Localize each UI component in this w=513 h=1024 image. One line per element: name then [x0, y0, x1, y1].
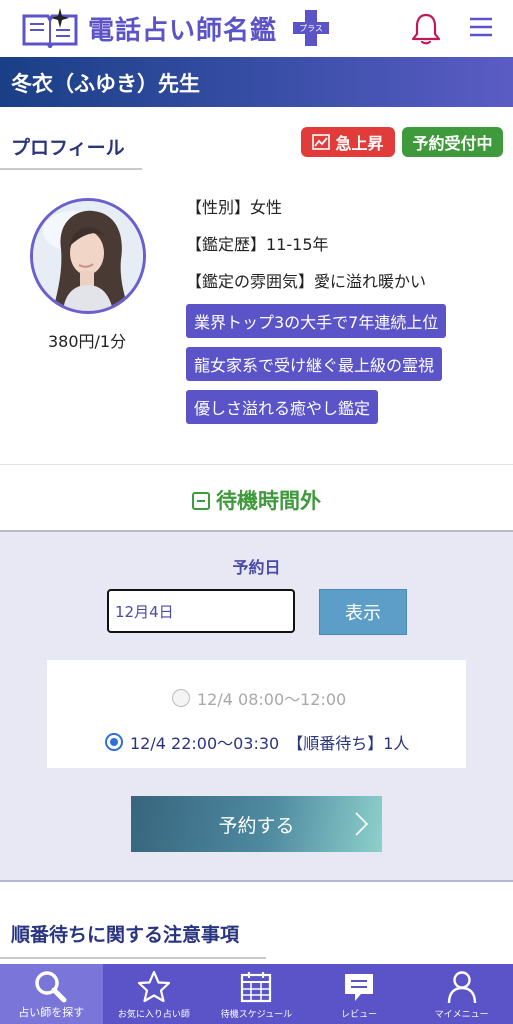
trend-chart-icon — [312, 134, 331, 150]
logo-text[interactable]: 電話占い師名鑑 — [88, 10, 277, 47]
star-icon — [137, 970, 170, 1003]
info-experience: 【鑑定歴】11-15年 — [186, 231, 329, 255]
info-atmosphere-key: 【鑑定の雰囲気】 — [186, 272, 315, 291]
search-icon — [35, 971, 67, 1003]
trending-badge: 急上昇 — [301, 127, 395, 157]
nav-label: 待機スケジュール — [220, 1010, 293, 1020]
time-slot-label: 12/4 22:00〜03:30 — [130, 734, 280, 753]
radio-button-selected[interactable] — [105, 733, 123, 751]
time-slot-option[interactable]: 12/4 22:00〜03:30 【順番待ち】1人 — [47, 730, 466, 754]
bottom-navigation: 占い師を探す お気に入り占い師 待機スケジュール レビュー マイメニュー — [0, 964, 513, 1024]
hamburger-menu-icon[interactable] — [467, 13, 495, 41]
nav-review[interactable]: レビュー — [308, 964, 411, 1024]
price-per-minute: 380円/1分 — [48, 332, 127, 351]
reserve-button-label: 予約する — [218, 814, 295, 837]
calendar-icon — [241, 972, 272, 1003]
nav-label: レビュー — [341, 1010, 378, 1020]
fortune-teller-title-bar: 冬衣（ふゆき）先生 — [0, 57, 513, 107]
radio-button[interactable] — [172, 689, 190, 707]
show-button[interactable]: 表示 — [319, 589, 407, 635]
profile-heading: プロフィール — [11, 137, 125, 159]
avatar-portrait — [33, 201, 143, 311]
reservation-panel: 予約日 表示 12/4 08:00〜12:00 12/4 22:00〜03:30… — [0, 530, 513, 882]
queue-notice-underline — [0, 957, 266, 959]
queue-count: 【順番待ち】1人 — [287, 734, 410, 753]
reserve-button[interactable]: 予約する — [131, 796, 382, 852]
time-slot-label: 12/4 08:00〜12:00 — [197, 690, 347, 709]
info-experience-value: 11-15年 — [266, 235, 329, 254]
logo-plus-text: プラス — [299, 24, 323, 33]
logo-plus-icon: プラス — [293, 10, 329, 46]
info-gender: 【性別】女性 — [186, 194, 282, 218]
booking-open-badge-label: 予約受付中 — [412, 134, 493, 153]
queue-notice-heading: 順番待ちに関する注意事項 — [11, 924, 240, 946]
nav-label: お気に入り占い師 — [117, 1010, 190, 1020]
fortune-teller-name: 冬衣（ふゆき）先生 — [11, 72, 200, 96]
info-gender-value: 女性 — [250, 198, 283, 217]
reservation-date-input[interactable] — [107, 589, 295, 633]
standby-status[interactable]: 待機時間外 — [0, 485, 513, 515]
profile-heading-underline — [0, 168, 142, 170]
time-slot-option[interactable]: 12/4 08:00〜12:00 — [47, 686, 466, 710]
chevron-right-icon — [355, 812, 369, 836]
info-experience-key: 【鑑定歴】 — [186, 235, 267, 254]
avatar — [30, 198, 146, 314]
feature-tag: 優しさ溢れる癒やし鑑定 — [186, 390, 379, 424]
trending-badge-label: 急上昇 — [335, 134, 384, 153]
booking-open-badge: 予約受付中 — [402, 127, 503, 157]
bell-icon[interactable] — [410, 12, 442, 46]
nav-search-teller[interactable]: 占い師を探す — [0, 964, 103, 1024]
feature-tag: 業界トップ3の大手で7年連続上位 — [186, 304, 447, 338]
reservation-date-label: 予約日 — [232, 558, 281, 577]
info-atmosphere-value: 愛に溢れ暖かい — [314, 272, 427, 291]
section-divider — [0, 464, 513, 465]
chat-icon — [345, 974, 374, 1001]
time-slot-list: 12/4 08:00〜12:00 12/4 22:00〜03:30 【順番待ち】… — [47, 660, 466, 768]
nav-schedule[interactable]: 待機スケジュール — [205, 964, 308, 1024]
info-gender-key: 【性別】 — [186, 198, 251, 217]
info-atmosphere: 【鑑定の雰囲気】愛に溢れ暖かい — [186, 268, 426, 292]
app-header: 電話占い師名鑑 プラス — [0, 0, 513, 57]
user-icon — [447, 971, 476, 1004]
nav-favorites[interactable]: お気に入り占い師 — [103, 964, 206, 1024]
feature-tag: 龍女家系で受け継ぐ最上級の霊視 — [186, 347, 443, 381]
nav-label: マイメニュー — [434, 1010, 489, 1020]
book-logo-icon[interactable] — [20, 8, 80, 48]
standby-status-label: 待機時間外 — [216, 489, 321, 513]
nav-my-menu[interactable]: マイメニュー — [410, 964, 513, 1024]
nav-label: 占い師を探す — [18, 1006, 85, 1019]
collapse-icon[interactable] — [192, 492, 210, 510]
